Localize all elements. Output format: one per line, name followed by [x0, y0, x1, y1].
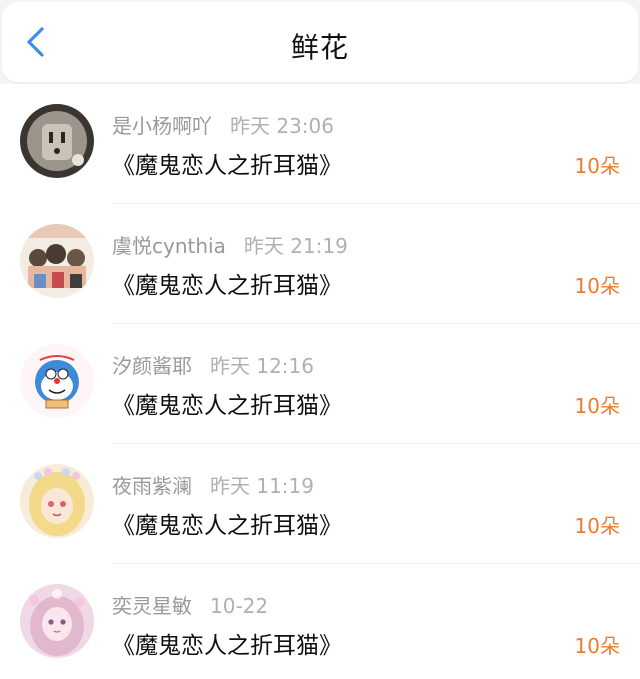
flower-count: 10朵: [574, 634, 620, 658]
user-name[interactable]: 虞悦cynthia: [112, 234, 226, 258]
item-meta: 汐颜酱耶 昨天 12:16: [112, 350, 314, 379]
list-item[interactable]: 虞悦cynthia 昨天 21:19 《魔鬼恋人之折耳猫》 10朵: [0, 204, 640, 324]
avatar[interactable]: [20, 344, 94, 418]
page-title: 鲜花: [290, 31, 349, 64]
user-name[interactable]: 奕灵星敏: [112, 594, 192, 618]
timestamp: 昨天 11:19: [210, 474, 314, 498]
list-item[interactable]: 是小杨啊吖 昨天 23:06 《魔鬼恋人之折耳猫》 10朵: [0, 84, 640, 204]
book-title[interactable]: 《魔鬼恋人之折耳猫》: [112, 386, 342, 420]
book-title[interactable]: 《魔鬼恋人之折耳猫》: [112, 506, 342, 540]
item-meta: 是小杨啊吖 昨天 23:06: [112, 110, 334, 139]
user-name[interactable]: 汐颜酱耶: [112, 354, 192, 378]
page: 鲜花 是小杨啊吖 昨天 23:06 《魔鬼恋人之折耳猫》 10朵 虞悦cynth…: [0, 0, 640, 679]
avatar[interactable]: [20, 464, 94, 538]
flower-count: 10朵: [574, 274, 620, 298]
item-meta: 夜雨紫澜 昨天 11:19: [112, 470, 314, 499]
list-item[interactable]: 奕灵星敏 10-22 《魔鬼恋人之折耳猫》 10朵: [0, 564, 640, 679]
item-meta: 奕灵星敏 10-22: [112, 590, 268, 619]
header-bar: 鲜花: [2, 2, 638, 82]
timestamp: 10-22: [210, 594, 269, 618]
timestamp: 昨天 21:19: [243, 234, 348, 258]
flower-count: 10朵: [574, 514, 620, 538]
user-name[interactable]: 夜雨紫澜: [112, 474, 192, 498]
book-title[interactable]: 《魔鬼恋人之折耳猫》: [112, 146, 342, 180]
user-name[interactable]: 是小杨啊吖: [112, 114, 212, 138]
list-item[interactable]: 夜雨紫澜 昨天 11:19 《魔鬼恋人之折耳猫》 10朵: [0, 444, 640, 564]
flower-list: 是小杨啊吖 昨天 23:06 《魔鬼恋人之折耳猫》 10朵 虞悦cynthia …: [0, 84, 640, 679]
timestamp: 昨天 23:06: [230, 114, 334, 138]
timestamp: 昨天 12:16: [210, 354, 314, 378]
book-title[interactable]: 《魔鬼恋人之折耳猫》: [112, 266, 342, 300]
item-meta: 虞悦cynthia 昨天 21:19: [112, 230, 348, 259]
avatar[interactable]: [20, 584, 94, 658]
avatar[interactable]: [20, 224, 94, 298]
list-item[interactable]: 汐颜酱耶 昨天 12:16 《魔鬼恋人之折耳猫》 10朵: [0, 324, 640, 444]
avatar[interactable]: [20, 104, 94, 178]
flower-count: 10朵: [574, 154, 620, 178]
book-title[interactable]: 《魔鬼恋人之折耳猫》: [112, 626, 342, 660]
flower-count: 10朵: [574, 394, 620, 418]
